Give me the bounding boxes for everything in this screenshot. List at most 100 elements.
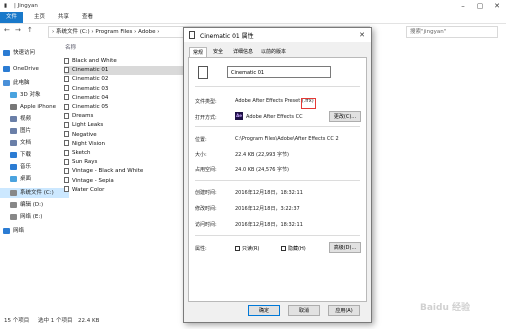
sidebar-item[interactable]: 3D 对象 [10,90,40,100]
sidebar-item[interactable]: 网络 [3,226,24,236]
file-name: Night Vision [72,140,105,147]
minimize-icon[interactable]: – [455,1,471,11]
file-icon [64,112,69,119]
sidebar-item[interactable]: Apple iPhone [10,102,56,112]
tab-view[interactable]: 查看 [76,12,99,23]
file-name: Cinematic 04 [72,94,109,101]
sidebar-item[interactable]: 网络 (E:) [10,212,42,222]
sidebar-item-label: 文档 [20,140,32,146]
up-icon[interactable]: ↑ [27,26,33,34]
file-row[interactable]: Cinematic 03 [64,85,184,94]
tab-previous-versions[interactable]: 以前的版本 [258,47,289,57]
sidebar-item-icon [10,213,17,220]
sidebar-item[interactable]: 下载 [10,150,31,160]
sidebar-item[interactable]: 桌面 [10,174,31,184]
readonly-label: 只读(R) [242,246,260,252]
close-icon[interactable]: ✕ [489,1,505,11]
file-row[interactable]: Cinematic 01 [64,66,184,76]
file-row[interactable]: Cinematic 05 [64,103,184,112]
sidebar-item[interactable]: OneDrive [3,64,39,74]
file-row[interactable]: Cinematic 02 [64,75,184,84]
sidebar-item[interactable]: 编辑 (D:) [10,200,43,210]
sidebar-item-icon [10,115,17,122]
column-header-name[interactable]: 名称 [65,43,76,51]
file-name: Water Color [72,186,105,193]
readonly-checkbox[interactable]: 只读(R) [235,245,259,252]
file-row[interactable]: Sun Rays [64,158,184,167]
file-row[interactable]: Water Color [64,186,184,195]
window-title: | Jingyan [14,3,38,9]
divider [195,86,360,87]
file-name: Vintage - Black and White [72,168,144,175]
file-name: Light Leaks [72,122,104,129]
navigation-pane: 快速访问 OneDrive 此电脑 3D 对象 Apple iPhone 视频图片文档下载… [0,40,69,310]
sidebar-item-label: 快速访问 [13,50,36,56]
change-button[interactable]: 更改(C)... [329,111,361,122]
sidebar-item[interactable]: 快速访问 [3,48,35,58]
file-icon [64,186,69,193]
file-list: 名称 Black and White Cinematic 01 Cinematic … [62,40,187,310]
file-type-icon [198,66,208,79]
file-icon [64,85,69,92]
file-row[interactable]: Vintage - Sepia [64,177,184,186]
address-path: › 系统文件 (C:) › Program Files › Adobe › [52,29,160,35]
maximize-icon[interactable]: ▢ [472,1,488,11]
sidebar-item-label: 此电脑 [13,80,30,86]
file-row[interactable]: Negative [64,131,184,140]
sidebar-item-label: OneDrive [13,66,39,72]
file-row[interactable]: Black and White [64,57,184,66]
file-name: Negative [72,131,97,138]
search-input[interactable]: 搜索"jingyan" [406,26,498,38]
file-icon [189,31,195,39]
sidebar-item[interactable]: 音乐 [10,162,31,172]
file-row[interactable]: Sketch [64,149,184,158]
file-row[interactable]: Light Leaks [64,121,184,130]
size-on-disk-label: 占用空间: [195,167,217,173]
advanced-button[interactable]: 高级(D)... [329,242,361,253]
sidebar-item-icon [10,127,17,134]
sidebar-item[interactable]: 视频 [10,114,31,124]
tab-details[interactable]: 详细信息 [230,47,256,57]
file-icon [64,167,69,174]
hidden-label: 隐藏(H) [288,246,306,252]
tab-share[interactable]: 共享 [52,12,75,23]
file-name: Dreams [72,113,94,120]
general-tab-panel: Cinematic 01 文件类型: Adobe After Effects P… [188,57,367,302]
tab-file[interactable]: 文件 [0,12,24,23]
divider [195,235,360,236]
sidebar-item-icon [10,189,17,196]
back-icon[interactable]: ← [4,26,10,34]
sidebar-item-icon [3,227,10,234]
file-name: Sketch [72,150,91,156]
sidebar-item-label: 音乐 [20,164,32,170]
dialog-close-icon[interactable]: ✕ [356,29,368,41]
file-name: Cinematic 05 [72,104,109,110]
file-icon [64,57,69,64]
apply-button[interactable]: 应用(A) [328,305,360,316]
ok-button[interactable]: 确定 [248,305,280,316]
sidebar-item-label: 下载 [20,152,32,158]
tab-security[interactable]: 安全 [210,47,226,57]
hidden-checkbox[interactable]: 隐藏(H) [281,245,306,252]
cancel-button[interactable]: 取消 [288,305,320,316]
file-row[interactable]: Dreams [64,112,184,121]
file-icon [64,121,69,128]
sidebar-item[interactable]: 此电脑 [3,78,30,88]
sidebar-item[interactable]: 文档 [10,138,31,148]
file-icon [64,75,69,82]
sidebar-item-icon [10,103,17,110]
divider [195,126,360,127]
file-row[interactable]: Cinematic 04 [64,94,184,103]
open-with-label: 打开方式: [195,115,217,121]
forward-icon[interactable]: → [15,26,21,34]
file-row[interactable]: Vintage - Black and White [64,167,184,176]
sidebar-item[interactable]: 图片 [10,126,31,136]
size-label: 大小: [195,152,207,158]
file-row[interactable]: Night Vision [64,140,184,149]
filename-field[interactable]: Cinematic 01 [227,66,331,78]
sidebar-item-label: 桌面 [20,176,32,182]
created-label: 创建时间: [195,190,217,196]
tab-home[interactable]: 主页 [28,12,51,23]
sidebar-item[interactable]: 系统文件 (C:) [0,188,69,198]
sidebar-item-label: 编辑 (D:) [20,202,44,208]
